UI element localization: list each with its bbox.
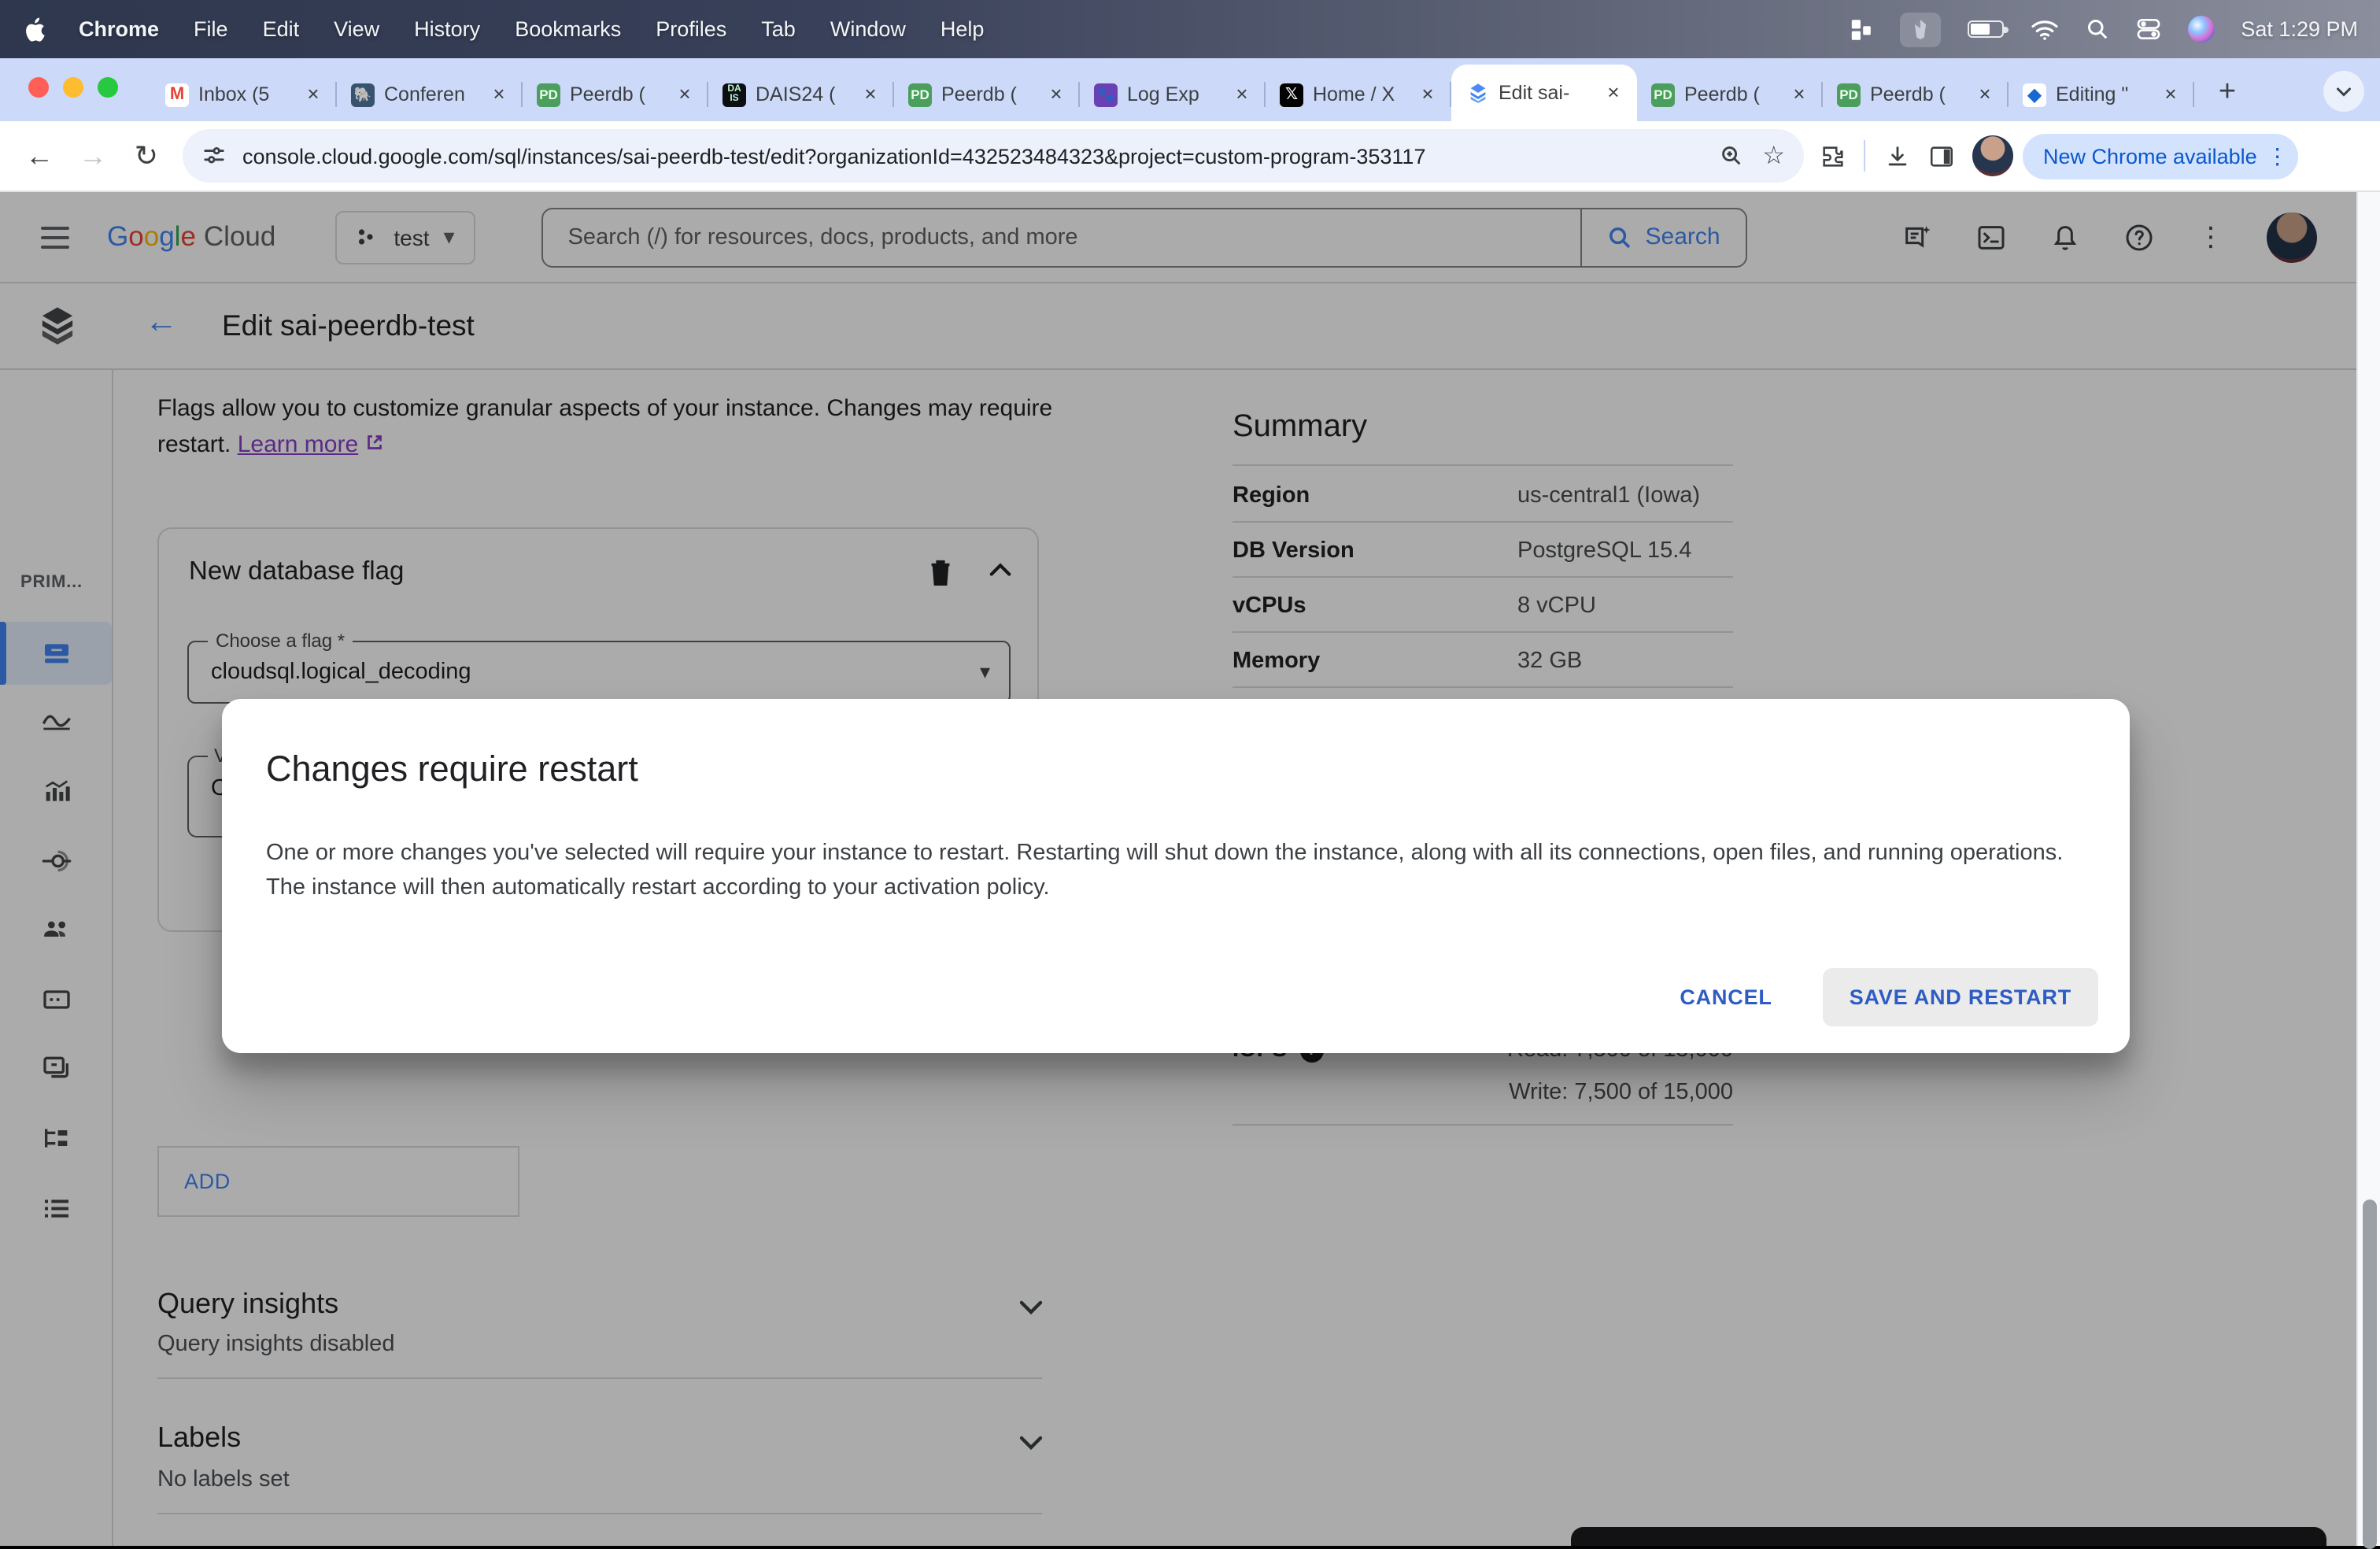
- tab-editing-doc[interactable]: ◆ Editing " ×: [2009, 68, 2194, 121]
- tab-dais24[interactable]: DA IS DAIS24 ( ×: [708, 68, 894, 121]
- chrome-toolbar: ← → ↻ console.cloud.google.com/sql/insta…: [0, 121, 2380, 192]
- peerdb-favicon: PD: [908, 83, 932, 106]
- tab-label: Home / X: [1313, 83, 1395, 105]
- address-bar[interactable]: console.cloud.google.com/sql/instances/s…: [183, 129, 1804, 183]
- gmail-favicon: M: [165, 83, 189, 106]
- tab-peerdb-4[interactable]: PD Peerdb ( ×: [1823, 68, 2009, 121]
- dialog-body-text: One or more changes you've selected will…: [266, 841, 2064, 900]
- url-text[interactable]: console.cloud.google.com/sql/instances/s…: [242, 144, 1718, 168]
- tab-close-icon[interactable]: ×: [2158, 82, 2183, 107]
- close-window-button[interactable]: [28, 77, 49, 98]
- dais-favicon: DA IS: [722, 83, 746, 106]
- tab-peerdb-3[interactable]: PD Peerdb ( ×: [1637, 68, 1823, 121]
- chrome-update-label: New Chrome available: [2043, 144, 2257, 168]
- tab-close-icon[interactable]: ×: [1229, 82, 1255, 107]
- menu-tab[interactable]: Tab: [761, 17, 796, 41]
- spotlight-icon[interactable]: [2085, 17, 2108, 41]
- tab-label: Conferen: [384, 83, 465, 105]
- apple-icon[interactable]: [22, 14, 47, 44]
- tab-edit-sai-peerdb-test-active[interactable]: Edit sai- ×: [1451, 65, 1637, 121]
- peerdb-favicon: PD: [1651, 83, 1675, 106]
- tab-label: Peerdb (: [941, 83, 1017, 105]
- tab-inbox[interactable]: M Inbox (5 ×: [151, 68, 337, 121]
- menu-file[interactable]: File: [194, 17, 228, 41]
- x-favicon: 𝕏: [1280, 83, 1303, 106]
- tab-peerdb-1[interactable]: PD Peerdb ( ×: [523, 68, 708, 121]
- zoom-page-icon[interactable]: [1718, 143, 1743, 168]
- menu-chrome[interactable]: Chrome: [79, 17, 159, 41]
- side-panel-icon[interactable]: [1919, 134, 1963, 178]
- peerdb-favicon: PD: [1837, 83, 1861, 106]
- control-center-icon[interactable]: [2135, 17, 2160, 41]
- tab-label: Peerdb (: [1870, 83, 1946, 105]
- tab-label: Editing ": [2056, 83, 2129, 105]
- tab-close-icon[interactable]: ×: [486, 82, 512, 107]
- screen: Chrome File Edit View History Bookmarks …: [0, 0, 2380, 1549]
- tab-close-icon[interactable]: ×: [1972, 82, 1998, 107]
- page-scrollbar[interactable]: [2356, 192, 2380, 1549]
- dialog-title: Changes require restart: [266, 749, 638, 789]
- tab-close-icon[interactable]: ×: [301, 82, 326, 107]
- tab-log-explorer[interactable]: 🐾 Log Exp ×: [1080, 68, 1266, 121]
- macos-menu-bar: Chrome File Edit View History Bookmarks …: [0, 0, 2380, 58]
- peerdb-favicon: PD: [537, 83, 560, 106]
- tab-close-icon[interactable]: ×: [1415, 82, 1440, 107]
- menu-history[interactable]: History: [414, 17, 480, 41]
- wifi-icon[interactable]: [2030, 18, 2058, 40]
- tab-close-icon[interactable]: ×: [1601, 80, 1626, 105]
- chrome-update-button[interactable]: New Chrome available ⋮: [2023, 133, 2298, 179]
- window-tiling-icon[interactable]: [1847, 17, 1872, 42]
- menu-edit[interactable]: Edit: [263, 17, 300, 41]
- tab-label: DAIS24 (: [756, 83, 836, 105]
- browser-profile-avatar[interactable]: [1972, 135, 2013, 176]
- tab-label: Edit sai-: [1499, 82, 1570, 104]
- tab-x-home[interactable]: 𝕏 Home / X ×: [1266, 68, 1451, 121]
- cloud-sql-favicon: [1465, 81, 1489, 105]
- app-badge-icon[interactable]: [1899, 12, 1941, 46]
- tab-close-icon[interactable]: ×: [672, 82, 697, 107]
- tab-search-chevron-button[interactable]: [2323, 71, 2364, 112]
- tab-label: Peerdb (: [570, 83, 645, 105]
- changes-require-restart-dialog: Changes require restart One or more chan…: [222, 699, 2130, 1053]
- menu-window[interactable]: Window: [830, 17, 906, 41]
- menu-profiles[interactable]: Profiles: [656, 17, 726, 41]
- site-settings-icon[interactable]: [201, 143, 227, 168]
- bookmark-star-icon[interactable]: ☆: [1762, 140, 1785, 172]
- tab-peerdb-2[interactable]: PD Peerdb ( ×: [894, 68, 1080, 121]
- gcp-console: Google Cloud test ▾ Search (/) for resou…: [0, 192, 2380, 1546]
- siri-icon[interactable]: [2187, 16, 2215, 43]
- tab-conference[interactable]: 🐘 Conferen ×: [337, 68, 523, 121]
- downloads-icon[interactable]: [1875, 134, 1919, 178]
- browser-menu-icon[interactable]: ⋮: [2267, 142, 2289, 169]
- doc-favicon: ◆: [2023, 83, 2046, 106]
- battery-icon: [1967, 20, 2009, 38]
- tab-label: Log Exp: [1127, 83, 1199, 105]
- tab-label: Inbox (5: [198, 83, 270, 105]
- scrollbar-thumb[interactable]: [2363, 1200, 2377, 1549]
- tab-close-icon[interactable]: ×: [1044, 82, 1069, 107]
- dialog-save-and-restart-button[interactable]: SAVE AND RESTART: [1822, 968, 2098, 1026]
- menu-bookmarks[interactable]: Bookmarks: [515, 17, 621, 41]
- menu-bar-clock[interactable]: Sat 1:29 PM: [2241, 17, 2358, 41]
- back-button[interactable]: ←: [16, 132, 63, 179]
- tab-close-icon[interactable]: ×: [858, 82, 883, 107]
- dialog-cancel-button[interactable]: CANCEL: [1670, 973, 1781, 1022]
- menu-help[interactable]: Help: [941, 17, 985, 41]
- datadog-favicon: 🐾: [1094, 83, 1118, 106]
- minimize-window-button[interactable]: [63, 77, 83, 98]
- reload-button[interactable]: ↻: [123, 132, 170, 179]
- chrome-tab-strip: M Inbox (5 × 🐘 Conferen × PD Peerdb ( × …: [0, 58, 2380, 121]
- extensions-icon[interactable]: [1810, 134, 1854, 178]
- tab-label: Peerdb (: [1684, 83, 1760, 105]
- new-tab-button[interactable]: +: [2204, 69, 2251, 116]
- postgresql-favicon: 🐘: [351, 83, 375, 106]
- menu-view[interactable]: View: [334, 17, 379, 41]
- zoom-window-button[interactable]: [98, 77, 118, 98]
- tab-close-icon[interactable]: ×: [1787, 82, 1812, 107]
- forward-button[interactable]: →: [69, 132, 116, 179]
